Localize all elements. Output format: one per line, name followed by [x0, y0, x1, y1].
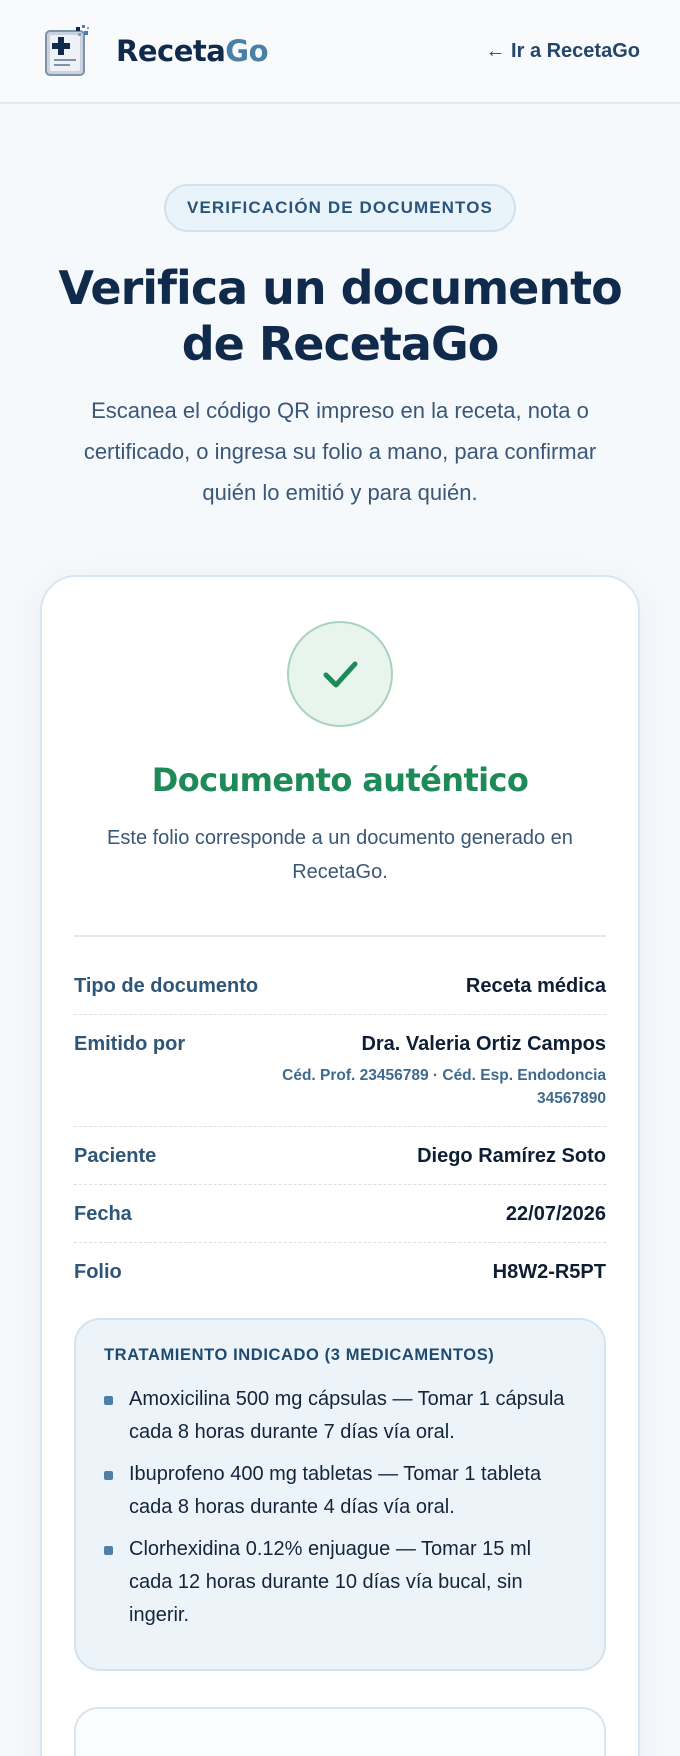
detail-label: Emitido por: [74, 1033, 186, 1055]
divider: [74, 935, 606, 937]
go-to-recetago-link[interactable]: ← Ir a RecetaGo: [485, 40, 640, 63]
detail-row-patient: Paciente Diego Ramírez Soto: [74, 1127, 606, 1185]
check-icon: [323, 661, 358, 688]
brand-logo-link[interactable]: RecetaGo: [44, 25, 269, 77]
detail-value: Diego Ramírez Soto: [417, 1145, 606, 1167]
detail-row-folio: Folio H8W2-R5PT: [74, 1243, 606, 1300]
hero-section: VERIFICACIÓN DE DOCUMENTOS Verifica un d…: [0, 104, 680, 513]
medication-list: Amoxicilina 500 mg cápsulas — Tomar 1 cá…: [104, 1383, 576, 1632]
page-lead: Escanea el código QR impreso en la recet…: [83, 398, 597, 505]
status-description: Este folio corresponde a un documento ge…: [107, 827, 573, 883]
success-badge: [287, 621, 393, 727]
issuer-block: Dra. Valeria Ortiz Campos Céd. Prof. 234…: [246, 1033, 606, 1110]
list-item: Ibuprofeno 400 mg tabletas — Tomar 1 tab…: [104, 1458, 576, 1524]
detail-label: Tipo de documento: [74, 975, 259, 997]
detail-value: 22/07/2026: [505, 1203, 606, 1225]
detail-label: Fecha: [74, 1203, 132, 1225]
status-title: Documento auténtico: [151, 761, 529, 799]
detail-value: Dra. Valeria Ortiz Campos: [361, 1033, 606, 1055]
recetago-logo-icon: [44, 25, 90, 77]
treatment-box: TRATAMIENTO INDICADO (3 MEDICAMENTOS) Am…: [74, 1318, 606, 1671]
detail-row-date: Fecha 22/07/2026: [74, 1185, 606, 1243]
next-section-box: [74, 1707, 606, 1756]
detail-row-issued-by: Emitido por Dra. Valeria Ortiz Campos Cé…: [74, 1015, 606, 1127]
section-pill: VERIFICACIÓN DE DOCUMENTOS: [164, 184, 516, 232]
detail-label: Folio: [74, 1261, 122, 1283]
detail-label: Paciente: [74, 1145, 157, 1167]
top-bar: RecetaGo ← Ir a RecetaGo: [0, 0, 680, 104]
detail-row-document-type: Tipo de documento Receta médica: [74, 957, 606, 1015]
page-title: Verifica un documento de RecetaGo: [58, 261, 622, 371]
treatment-title: TRATAMIENTO INDICADO (3 MEDICAMENTOS): [104, 1346, 495, 1364]
list-item: Clorhexidina 0.12% enjuague — Tomar 15 m…: [104, 1533, 576, 1632]
issuer-credentials: Céd. Prof. 23456789 · Céd. Esp. Endodonc…: [282, 1067, 606, 1107]
detail-value: Receta médica: [465, 975, 606, 997]
verification-result-card: Documento auténtico Este folio correspon…: [40, 575, 640, 1756]
brand-name: RecetaGo: [116, 34, 269, 68]
detail-value: H8W2-R5PT: [492, 1261, 606, 1283]
list-item: Amoxicilina 500 mg cápsulas — Tomar 1 cá…: [104, 1383, 576, 1449]
document-details: Tipo de documento Receta médica Emitido …: [74, 957, 606, 1300]
